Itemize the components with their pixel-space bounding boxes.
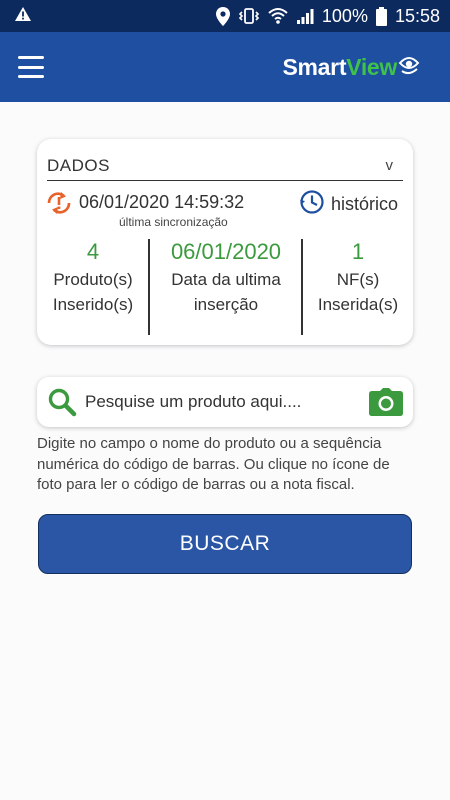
stat-value: 1 [351,239,365,264]
stat-value: 4 [86,239,100,264]
app-logo: Smart View [282,54,420,81]
history-label: histórico [331,194,399,214]
card-title: DADOS [47,155,110,175]
chevron-down-icon[interactable]: v [386,157,394,174]
last-sync-datetime: 06/01/2020 14:59:32 [79,192,245,212]
location-icon [215,6,230,26]
search-icon[interactable] [47,387,77,417]
vibrate-icon [238,7,260,25]
search-button[interactable]: BUSCAR [38,514,412,574]
stat-label: Data da ultima [171,270,281,289]
history-link[interactable]: histórico [299,189,398,220]
stat-last-insert-date: 06/01/2020 Data da ultima inserção [150,237,302,335]
warning-icon [14,6,32,27]
stat-label: NF(s) [336,270,380,289]
stat-label: inserção [193,295,259,314]
camera-icon[interactable] [369,388,403,416]
search-input[interactable] [85,392,369,412]
status-bar: 100% 15:58 [0,0,450,32]
clock: 15:58 [394,5,440,26]
clock-history-icon [299,189,325,220]
logo-text-smart: Smart [282,53,347,80]
stat-products: 4 Produto(s) Inserido(s) [37,237,149,335]
signal-icon [296,7,314,25]
eye-logo-icon [397,54,420,81]
logo-text-view: View [346,53,397,80]
wifi-icon [268,7,288,25]
stat-label: Inserida(s) [317,295,399,314]
menu-icon[interactable] [18,56,44,78]
app-bar: Smart View [0,32,450,102]
stat-value: 06/01/2020 [170,239,282,264]
battery-percent: 100% [321,5,368,26]
sync-alert-icon [45,191,73,220]
stat-invoices: 1 NF(s) Inserida(s) [303,237,413,335]
stats-row: 4 Produto(s) Inserido(s) 06/01/2020 Data… [37,237,413,337]
card-header[interactable]: DADOS v [47,151,403,181]
data-card: DADOS v 06/01/2020 14:59:32 última sincr… [37,139,413,345]
main-content: DADOS v 06/01/2020 14:59:32 última sincr… [0,102,450,800]
stat-label: Produto(s) [53,270,133,289]
search-hint: Digite no campo o nome do produto ou a s… [37,435,390,493]
search-box [37,377,413,427]
battery-icon [375,6,387,26]
last-sync-caption: última sincronização [119,215,228,229]
stat-label: Inserido(s) [52,295,134,314]
